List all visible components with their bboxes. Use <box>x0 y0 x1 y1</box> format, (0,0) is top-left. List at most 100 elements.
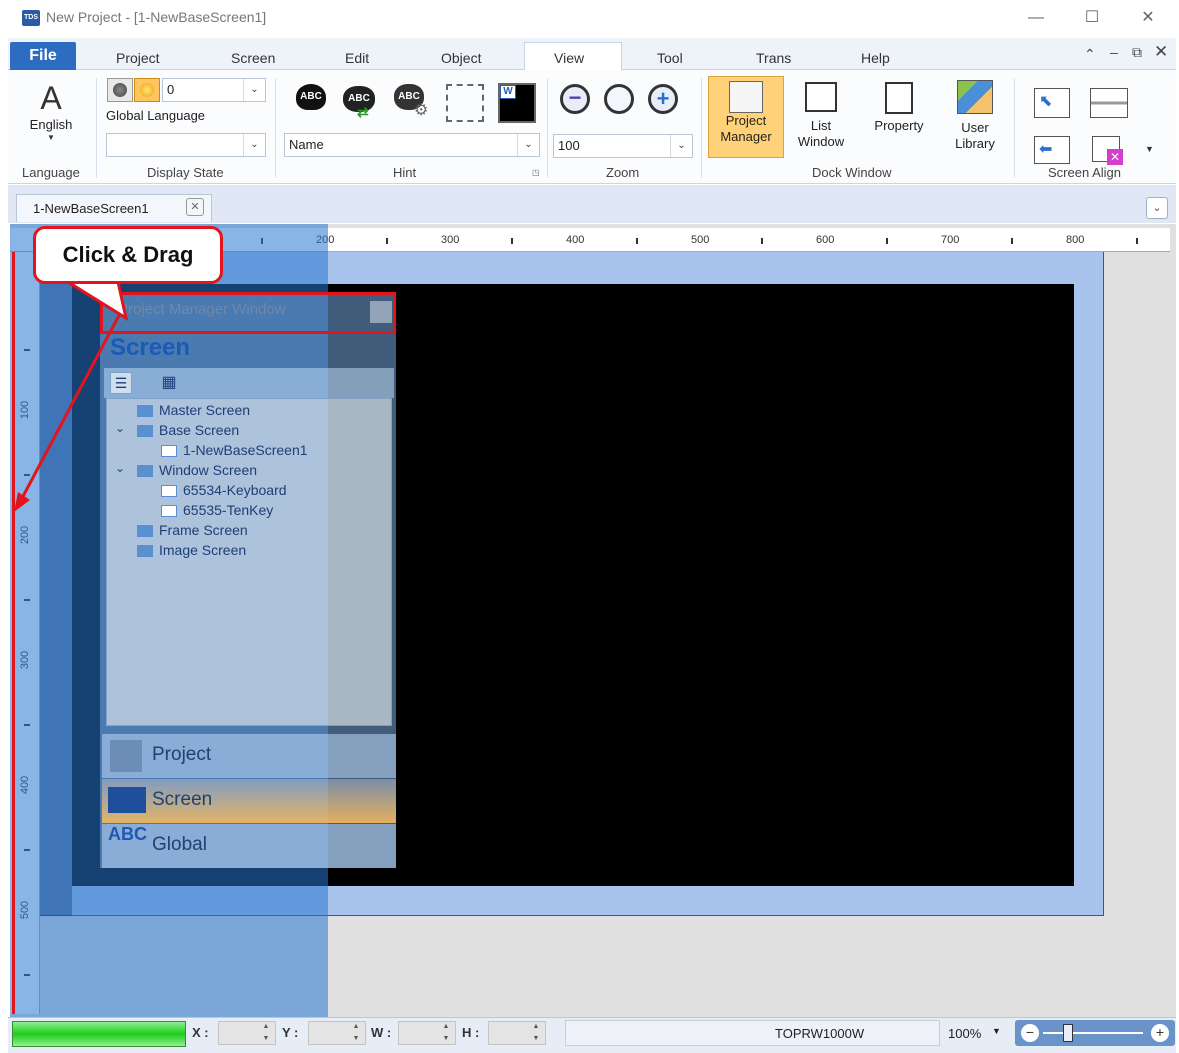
global-abc-icon: ABC <box>108 824 147 844</box>
state-value-combo[interactable]: 0 ⌄ <box>162 78 266 102</box>
group-separator <box>96 78 97 178</box>
tab-object[interactable]: Object <box>441 50 481 66</box>
tab-trans[interactable]: Trans <box>756 50 791 66</box>
file-tab[interactable]: File <box>10 42 76 70</box>
w-badge-icon: W <box>500 85 516 99</box>
ruler-tick <box>1136 238 1138 244</box>
tab-edit[interactable]: Edit <box>345 50 369 66</box>
zoom-minus-icon[interactable]: − <box>1021 1024 1039 1042</box>
language-button-label: English <box>29 117 73 132</box>
ruler-label: 400 <box>566 234 585 246</box>
x-label: X : <box>192 1025 209 1040</box>
ribbon-close-icon[interactable]: ✕ <box>1154 42 1168 62</box>
hint-combo[interactable]: Name ⌄ <box>284 133 540 157</box>
zoom-plus-icon[interactable]: + <box>1151 1024 1169 1042</box>
display-state-group-label: Display State <box>147 165 224 180</box>
nav-screen[interactable]: Screen <box>102 779 396 823</box>
ruler-tick <box>511 238 513 244</box>
hint-value: Name <box>289 137 324 152</box>
document-tab[interactable]: 1-NewBaseScreen1 <box>16 194 212 222</box>
chevron-down-icon[interactable]: ⌄ <box>670 135 692 157</box>
window-screen-icon[interactable]: W <box>498 83 536 123</box>
zoom-combo[interactable]: 100 ⌄ <box>553 134 693 158</box>
tab-project[interactable]: Project <box>116 50 160 66</box>
group-separator <box>1014 78 1015 178</box>
callout-pointer <box>65 282 129 322</box>
screen-tree: Master Screen ⌄ Base Screen 1-NewBaseScr… <box>106 398 392 726</box>
tree-item-base-screen-1[interactable]: 1-NewBaseScreen1 <box>161 442 308 458</box>
ruler-label: 500 <box>691 234 710 246</box>
device-model: TOPRW1000W <box>775 1026 865 1041</box>
project-manager-label-1: Project <box>725 113 767 128</box>
state-on-button[interactable] <box>134 78 160 102</box>
hint-abc-icon[interactable]: ABC <box>296 84 326 110</box>
tab-tool[interactable]: Tool <box>657 50 683 66</box>
dropdown-arrow-icon: ▼ <box>47 133 55 142</box>
zoom-out-icon[interactable]: − <box>560 84 590 114</box>
ribbon-minimize-icon[interactable]: – <box>1110 44 1118 60</box>
more-dropdown-icon[interactable]: ▼ <box>1145 144 1154 154</box>
w-spinner-icon[interactable]: ▲ ▼ <box>440 1021 452 1045</box>
minimize-icon[interactable]: — <box>1016 6 1056 30</box>
language-button[interactable]: A English ▼ <box>20 80 82 142</box>
tree-item-tenkey[interactable]: 65535-TenKey <box>161 502 273 518</box>
state-off-button[interactable] <box>107 78 133 102</box>
zoom-fit-icon[interactable] <box>604 84 634 114</box>
align-split-icon[interactable] <box>1090 88 1128 118</box>
zoom-thumb[interactable] <box>1063 1024 1073 1042</box>
tab-screen[interactable]: Screen <box>231 50 275 66</box>
project-manager-titlebar-highlight[interactable] <box>100 292 396 334</box>
close-icon[interactable]: ✕ <box>1128 6 1168 30</box>
zoom-dropdown-icon[interactable]: ▼ <box>992 1026 1001 1036</box>
model-box <box>565 1020 940 1046</box>
tree-item-base-screen[interactable]: Base Screen <box>137 422 239 438</box>
x-spinner-icon[interactable]: ▲ ▼ <box>260 1021 272 1045</box>
tab-view[interactable]: View <box>554 50 584 66</box>
window-page-icon <box>161 505 177 518</box>
tree-item-window-screen[interactable]: Window Screen <box>137 462 257 478</box>
window-page-icon <box>161 485 177 498</box>
hint-box-icon[interactable] <box>446 84 484 122</box>
project-manager-button[interactable]: Project Manager <box>708 76 784 158</box>
zoom-track <box>1043 1032 1143 1034</box>
nav-project[interactable]: Project <box>102 734 396 778</box>
ruler-tick <box>636 238 638 244</box>
close-tab-icon[interactable]: ✕ <box>186 198 204 216</box>
view-mode-toolbar: ☰ ▦ <box>104 368 394 398</box>
base-page-icon <box>161 445 177 458</box>
chevron-down-icon[interactable]: ⌄ <box>243 134 265 156</box>
dialog-launcher-icon[interactable]: ◳ <box>532 168 540 177</box>
align-up-icon[interactable]: ⬉ <box>1034 88 1070 118</box>
state-value: 0 <box>167 82 175 97</box>
zoom-in-icon[interactable]: + <box>648 84 678 114</box>
ribbon-restore-icon[interactable]: ⧉ <box>1132 44 1142 61</box>
y-spinner-icon[interactable]: ▲ ▼ <box>350 1021 362 1045</box>
tree-item-frame-screen[interactable]: Frame Screen <box>137 522 248 538</box>
display-language-combo[interactable]: ⌄ <box>106 133 266 157</box>
tab-list-icon[interactable]: ⌄ <box>1146 197 1168 219</box>
property-button[interactable]: Property <box>864 78 934 134</box>
user-library-button[interactable]: User Library <box>944 78 1006 152</box>
tree-item-image-screen[interactable]: Image Screen <box>137 542 246 558</box>
ruler-tick <box>386 238 388 244</box>
h-label: H : <box>462 1025 480 1040</box>
align-close-icon[interactable]: ✕ <box>1092 136 1123 165</box>
status-zoom-value[interactable]: 100% <box>948 1026 981 1041</box>
grid-view-icon[interactable]: ▦ <box>158 372 180 394</box>
align-left-icon[interactable]: ⬅ <box>1034 136 1070 164</box>
tree-item-keyboard[interactable]: 65534-Keyboard <box>161 482 287 498</box>
chevron-down-icon[interactable]: ⌄ <box>517 134 539 156</box>
chevron-down-icon[interactable]: ⌄ <box>243 79 265 101</box>
zoom-slider[interactable]: − + <box>1015 1020 1175 1046</box>
tree-item-master-screen[interactable]: Master Screen <box>137 402 250 418</box>
nav-global[interactable]: ABC Global <box>102 824 396 868</box>
project-manager-label-2: Manager <box>720 129 772 144</box>
gear-icon: ⚙ <box>414 102 429 119</box>
list-window-button[interactable]: List Window <box>790 78 852 150</box>
tab-help[interactable]: Help <box>861 50 890 66</box>
window-title: New Project - [1-NewBaseScreen1] <box>46 9 267 25</box>
maximize-icon[interactable]: ☐ <box>1072 6 1112 30</box>
h-spinner-icon[interactable]: ▲ ▼ <box>530 1021 542 1045</box>
collapse-ribbon-icon[interactable]: ⌃ <box>1084 46 1096 63</box>
list-window-icon <box>805 82 837 112</box>
